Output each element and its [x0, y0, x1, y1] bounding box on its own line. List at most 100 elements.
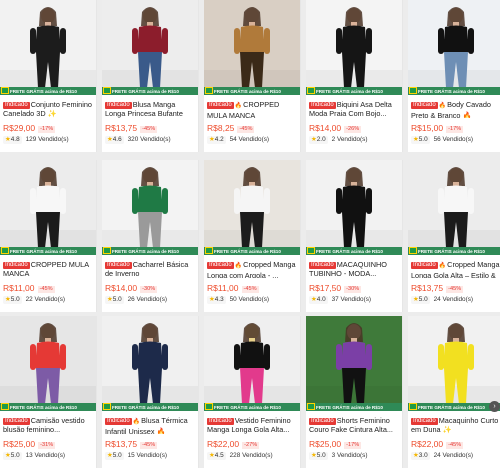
- price-row: R$22,00 -45%: [411, 439, 464, 449]
- product-title[interactable]: Indicado 🔥Blusa Térmica Infantil Unissex …: [105, 416, 197, 434]
- fire-icon: 🔥: [234, 103, 243, 109]
- price-row: R$13,75 -45%: [105, 440, 158, 449]
- brazil-flag-icon: [409, 403, 417, 410]
- product-image[interactable]: [102, 0, 198, 94]
- price-row: R$15,00 -17%: [411, 124, 464, 133]
- product-image[interactable]: [0, 160, 96, 254]
- rating-value: 3.0: [418, 452, 428, 459]
- product-title[interactable]: Indicado 🔥Body Cavado Preto & Branco 🔥: [411, 100, 500, 118]
- product-title[interactable]: Indicado Camisão vestido blusão feminino.…: [3, 416, 95, 434]
- product-image[interactable]: [306, 316, 402, 410]
- product-photo: [0, 0, 96, 94]
- indicado-badge: Indicado: [309, 262, 336, 269]
- product-title[interactable]: Indicado 🔥Cropped Manga Longa com Argola …: [207, 260, 299, 278]
- product-title[interactable]: Indicado Macaquinho Curto em Duna ✨: [411, 416, 500, 434]
- product-image[interactable]: [204, 316, 300, 410]
- product-image[interactable]: [204, 0, 300, 94]
- rating-row: ★4.3 50 Vendido(s): [207, 296, 269, 304]
- product-title[interactable]: Indicado 🔥CROPPED MULA MANCA: [207, 100, 299, 118]
- product-title[interactable]: Indicado Cacharrel Básica de Inverno: [105, 260, 197, 278]
- rating-value: 5.0: [10, 296, 20, 303]
- product-title[interactable]: Indicado Vestido Feminino Manga Longa Gol…: [207, 416, 299, 434]
- product-title[interactable]: Indicado 🔥Cropped Manga Longa Gola Alta –…: [411, 260, 500, 278]
- product-price: R$8,25: [207, 123, 235, 133]
- indicado-badge: Indicado: [411, 262, 438, 269]
- next-arrow-icon[interactable]: ›: [489, 401, 500, 412]
- product-title[interactable]: Indicado Biquini Asa Delta Moda Praia Com…: [309, 100, 401, 118]
- free-shipping-text: FRETE GRÁTIS acima de R$10: [10, 249, 77, 254]
- sold-count: 24 Vendido(s): [433, 452, 474, 459]
- indicado-badge: Indicado: [105, 418, 132, 425]
- product-photo: [306, 0, 402, 94]
- indicado-badge: Indicado: [105, 262, 132, 269]
- product-card[interactable]: FRETE GRÁTIS acima de R$10 Indicado 🔥Crop…: [408, 160, 500, 312]
- product-card[interactable]: FRETE GRÁTIS acima de R$10 Indicado Vesti…: [204, 316, 301, 468]
- product-photo: [0, 316, 96, 410]
- product-image[interactable]: [204, 160, 300, 254]
- product-image[interactable]: [102, 160, 198, 254]
- product-card[interactable]: FRETE GRÁTIS acima de R$10 Indicado Camis…: [0, 316, 97, 468]
- rating-box: ★4.3: [207, 296, 226, 304]
- product-image[interactable]: [306, 0, 402, 94]
- discount-badge: -17%: [446, 126, 464, 133]
- free-shipping-banner: FRETE GRÁTIS acima de R$10: [408, 87, 500, 95]
- brazil-flag-icon: [1, 87, 9, 94]
- discount-badge: -45%: [241, 286, 259, 293]
- product-image[interactable]: [306, 160, 402, 254]
- sold-count: 13 Vendido(s): [25, 452, 66, 459]
- product-image[interactable]: [408, 0, 500, 94]
- product-title[interactable]: Indicado MACAQUINHO TUBINHO - MODA...: [309, 260, 401, 278]
- discount-badge: -17%: [344, 442, 362, 449]
- product-price: R$22,00: [411, 439, 444, 449]
- product-image[interactable]: [0, 0, 96, 94]
- rating-value: 5.0: [112, 452, 122, 459]
- product-card[interactable]: FRETE GRÁTIS acima de R$10 Indicado Conju…: [0, 0, 97, 152]
- rating-value: 4.6: [112, 136, 122, 143]
- product-image[interactable]: [0, 316, 96, 410]
- product-image[interactable]: [408, 160, 500, 254]
- indicado-badge: Indicado: [309, 418, 336, 425]
- product-image[interactable]: [408, 316, 500, 410]
- rating-row: ★4.5 228 Vendido(s): [207, 452, 273, 460]
- discount-badge: -45%: [446, 442, 464, 449]
- product-card[interactable]: FRETE GRÁTIS acima de R$10 Indicado Cacha…: [102, 160, 199, 312]
- rating-value: 4.8: [10, 136, 20, 143]
- product-title[interactable]: Indicado Conjunto Feminino Canelado 3D ✨: [3, 100, 95, 118]
- product-card[interactable]: FRETE GRÁTIS acima de R$10 Indicado Macaq…: [408, 316, 500, 468]
- product-card[interactable]: FRETE GRÁTIS acima de R$10 Indicado MACAQ…: [306, 160, 403, 312]
- discount-badge: -17%: [38, 126, 56, 133]
- price-row: R$14,00 -26%: [309, 124, 362, 133]
- product-price: R$29,00: [3, 123, 36, 133]
- product-title[interactable]: Indicado CROPPED MULA MANCA: [3, 260, 95, 278]
- free-shipping-banner: FRETE GRÁTIS acima de R$10: [102, 87, 198, 95]
- free-shipping-text: FRETE GRÁTIS acima de R$10: [112, 405, 179, 410]
- product-title[interactable]: Indicado Shorts Feminino Couro Fake Cintu…: [309, 416, 401, 434]
- rating-value: 4.2: [214, 136, 224, 143]
- product-card[interactable]: FRETE GRÁTIS acima de R$10 Indicado 🔥Crop…: [204, 160, 301, 312]
- rating-box: ★5.0: [3, 296, 22, 304]
- brazil-flag-icon: [103, 403, 111, 410]
- product-image[interactable]: [102, 316, 198, 410]
- product-card[interactable]: FRETE GRÁTIS acima de R$10 Indicado Short…: [306, 316, 403, 468]
- product-price: R$11,00: [207, 283, 239, 293]
- discount-badge: -45%: [140, 442, 158, 449]
- product-card[interactable]: FRETE GRÁTIS acima de R$10 Indicado 🔥CROP…: [204, 0, 301, 152]
- product-card[interactable]: FRETE GRÁTIS acima de R$10 Indicado 🔥Blus…: [102, 316, 199, 468]
- indicado-badge: Indicado: [3, 262, 30, 269]
- free-shipping-banner: FRETE GRÁTIS acima de R$10: [0, 247, 96, 255]
- rating-box: ★4.5: [207, 452, 226, 460]
- brazil-flag-icon: [103, 247, 111, 254]
- rating-value: 2.0: [316, 136, 326, 143]
- product-card[interactable]: FRETE GRÁTIS acima de R$10 Indicado Biqui…: [306, 0, 403, 152]
- product-card[interactable]: FRETE GRÁTIS acima de R$10 Indicado 🔥Body…: [408, 0, 500, 152]
- product-title[interactable]: Indicado Blusa Manga Longa Princesa Bufan…: [105, 100, 197, 118]
- product-card[interactable]: FRETE GRÁTIS acima de R$10 Indicado CROPP…: [0, 160, 97, 312]
- sold-count: 228 Vendido(s): [229, 452, 273, 459]
- indicado-badge: Indicado: [411, 102, 438, 109]
- brazil-flag-icon: [307, 403, 315, 410]
- price-row: R$22,00 -27%: [207, 440, 260, 449]
- product-card[interactable]: FRETE GRÁTIS acima de R$10 Indicado Blusa…: [102, 0, 199, 152]
- rating-box: ★3.0: [411, 452, 430, 460]
- brazil-flag-icon: [205, 247, 213, 254]
- product-photo: [408, 316, 500, 410]
